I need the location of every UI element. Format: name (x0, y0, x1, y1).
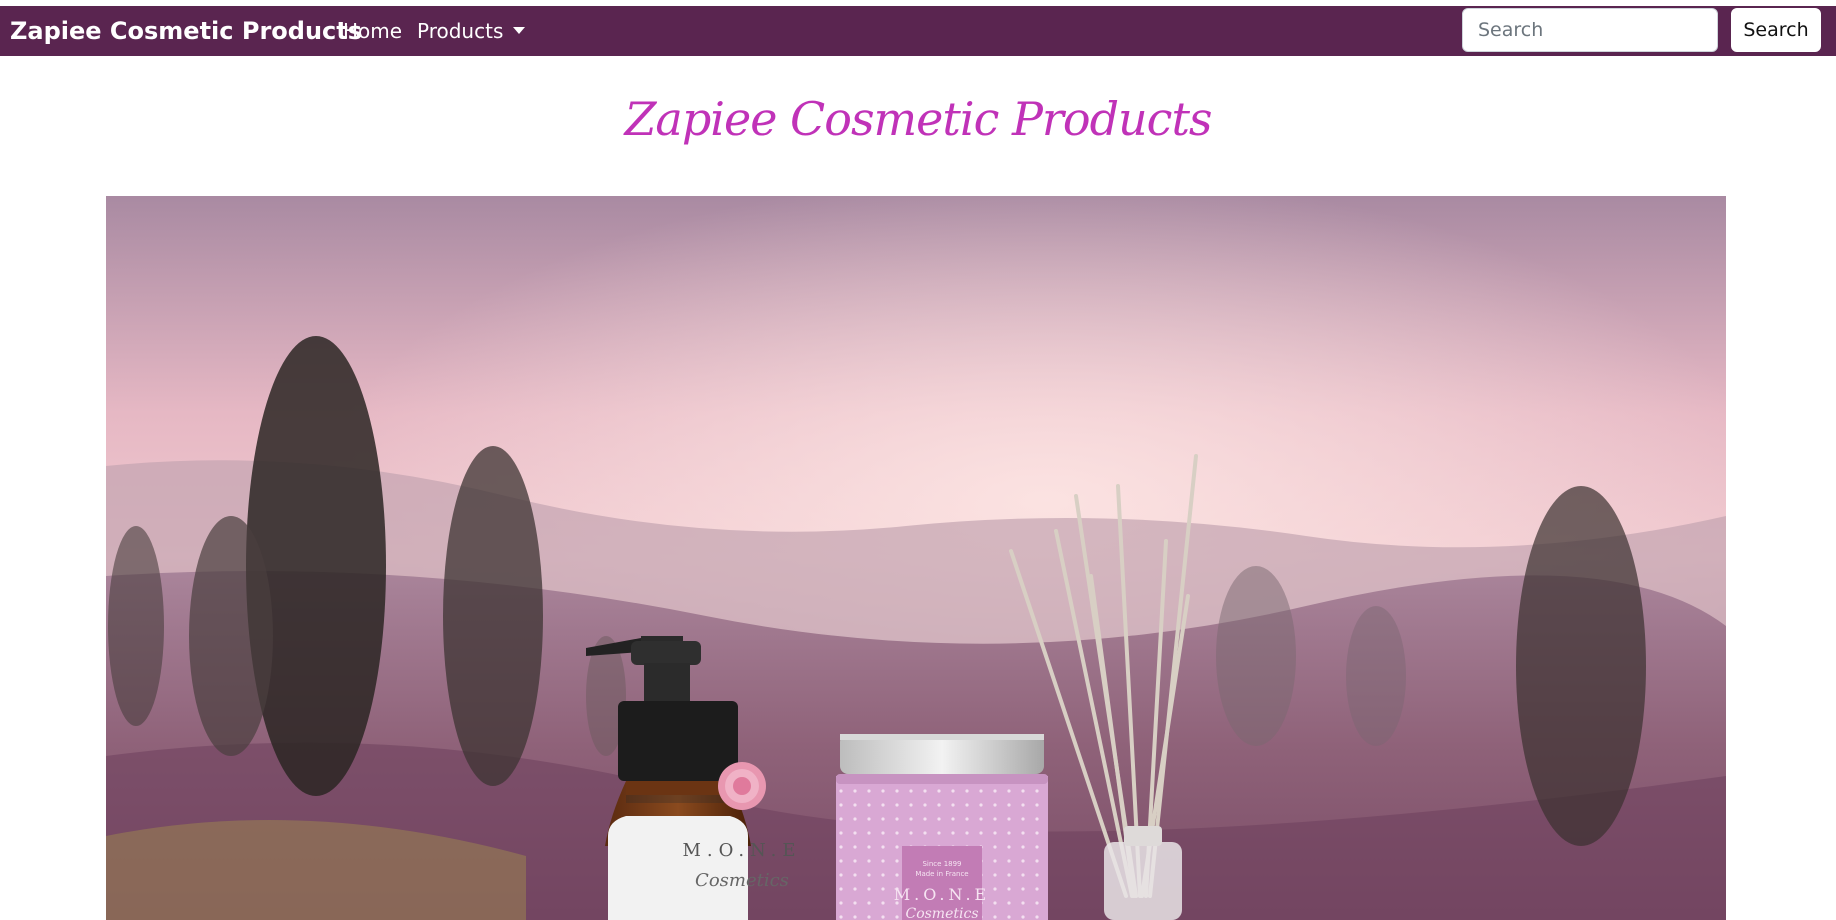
hero-banner: M.O.N.E Cosmetics Since 1899 Made in Fra… (106, 196, 1726, 920)
navbar: Zapiee Cosmetic Products Home Products S… (0, 6, 1836, 56)
jar-subtitle-text: Cosmetics (905, 906, 978, 920)
nav-products-dropdown[interactable]: Products (417, 6, 526, 56)
bottle-subtitle-text: Cosmetics (695, 870, 789, 891)
svg-text:Since 1899: Since 1899 (922, 860, 961, 868)
brand-link[interactable]: Zapiee Cosmetic Products (10, 6, 362, 56)
hero-image: M.O.N.E Cosmetics Since 1899 Made in Fra… (106, 196, 1726, 920)
nav-products-label: Products (417, 19, 504, 43)
search-button[interactable]: Search (1731, 8, 1821, 52)
bottle-brand-text: M.O.N.E (682, 840, 801, 861)
jar-brand-text: M.O.N.E (894, 885, 990, 904)
caret-down-icon (513, 27, 526, 34)
nav-home-link[interactable]: Home (343, 6, 402, 56)
svg-text:Made in France: Made in France (915, 870, 968, 878)
search-input[interactable] (1462, 8, 1718, 52)
page-title: Zapiee Cosmetic Products (624, 92, 1212, 146)
